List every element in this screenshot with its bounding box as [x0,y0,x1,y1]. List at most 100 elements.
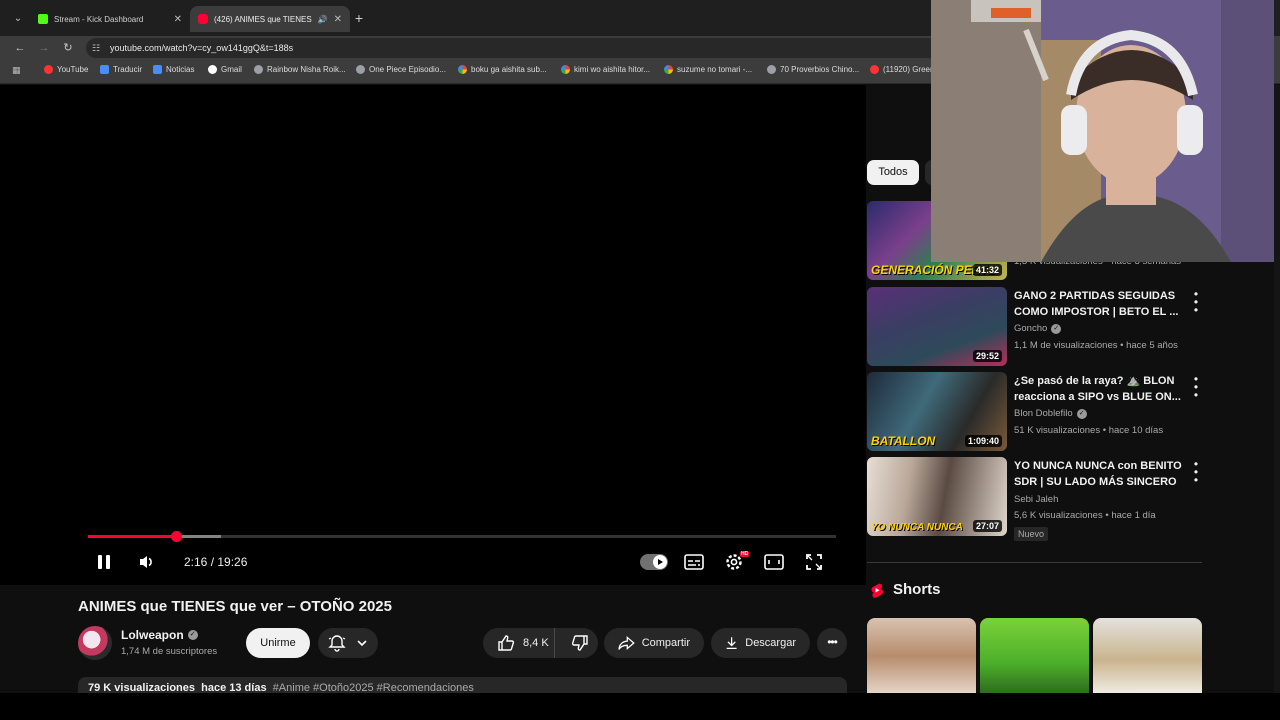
channel-name[interactable]: Lolweapon [121,628,184,642]
theater-mode-icon[interactable] [762,551,786,573]
audio-playing-icon[interactable]: 🔊 [318,15,328,24]
subscribed-notifications-button[interactable] [318,628,378,658]
apps-grid-icon[interactable]: ▦ [12,65,24,77]
reload-icon[interactable]: ↻ [60,40,76,56]
dislike-button[interactable] [562,628,598,658]
tab-youtube-video[interactable]: (426) ANIMES que TIENES ... 🔊 ✕ [190,6,350,32]
bookmark-suzume[interactable]: suzume no tomari -... [664,65,752,74]
short-thumbnail[interactable] [980,618,1089,694]
new-badge: Nuevo [1014,527,1049,541]
description-box[interactable]: 79 K visualizaciones hace 13 días #Anime… [78,677,847,693]
verified-check-icon: ✓ [1051,323,1062,334]
recommended-thumbnail[interactable]: BATALLON 1:09:40 [867,372,1007,451]
like-dislike-group: 8,4 K [483,628,598,658]
bookmark-label: YouTube [57,65,89,74]
recommended-title[interactable]: ¿Se pasó de la raya? ⛰️ BLON reacciona a… [1014,373,1184,405]
autoplay-knob [653,555,667,569]
share-button[interactable]: Compartir [604,628,704,658]
bookmark-label: suzume no tomari -... [677,65,753,74]
site-info-icon[interactable]: ☷ [92,38,100,58]
progress-bar[interactable] [88,531,836,542]
autoplay-toggle[interactable] [640,554,668,570]
duration-badge: 27:07 [972,520,1002,532]
recommended-channel[interactable]: Goncho ✓ [1014,323,1062,334]
download-label: Descargar [745,637,796,649]
bookmark-kimi[interactable]: kimi wo aishita hitor... [561,65,650,74]
chip-all[interactable]: Todos [867,160,919,185]
volume-button[interactable] [134,550,160,574]
download-button[interactable]: Descargar [711,628,810,658]
bookmark-youtube[interactable]: YouTube [44,65,88,74]
download-icon [726,637,737,650]
bell-icon [328,635,346,652]
recommended-age: hace 5 años [1126,340,1178,351]
video-title: ANIMES que TIENES que ver – OTOÑO 2025 [78,598,392,615]
bookmark-onepiece[interactable]: One Piece Episodio... [356,65,446,74]
bookmark-label: Rainbow Nisha Roik... [267,65,346,74]
recommended-channel[interactable]: Sebi Jaleh [1014,494,1058,505]
more-vert-icon[interactable]: • • • [1190,458,1202,486]
recommended-views: 51 K visualizaciones [1014,425,1101,436]
like-button[interactable]: 8,4 K [483,628,556,658]
channel-avatar[interactable] [78,626,112,660]
page-scrollbar[interactable] [1274,85,1280,693]
video-player[interactable] [0,85,866,585]
pause-button[interactable] [92,550,116,574]
subtitles-icon[interactable] [682,551,706,573]
time-display: 2:16 / 19:26 [184,555,248,569]
more-actions-button[interactable]: ••• [817,628,847,658]
bookmark-traducir[interactable]: Traducir [100,65,142,74]
close-tab-icon[interactable]: ✕ [174,14,182,25]
forward-arrow-icon[interactable]: → [36,40,52,56]
bookmark-label: One Piece Episodio... [369,65,446,74]
join-button[interactable]: Unirme [246,628,310,658]
google-icon [561,65,570,74]
recommended-channel-name[interactable]: Sebi Jaleh [1014,494,1058,505]
bookmark-rainbow[interactable]: Rainbow Nisha Roik... [254,65,346,74]
tab-kick-dashboard[interactable]: Stream - Kick Dashboard ✕ [30,6,190,32]
bookmark-green[interactable]: (11920) Green [870,65,934,74]
bookmark-label: (11920) Green [883,65,935,74]
site-icon [767,65,776,74]
short-thumbnail[interactable] [867,618,976,694]
recommended-thumbnail[interactable]: 29:52 [867,287,1007,366]
tab-search-dropdown-icon[interactable]: ⌄ [8,9,28,29]
fullscreen-icon[interactable] [802,551,826,573]
more-vert-icon[interactable]: • • • [1190,373,1202,401]
more-vert-icon[interactable]: • • • [1190,288,1202,316]
tab-title: (426) ANIMES que TIENES ... [214,14,312,24]
shorts-heading: Shorts [893,581,941,598]
bookmark-label: boku ga aishita sub... [471,65,547,74]
bookmark-proverbios[interactable]: 70 Proverbios Chino... [767,65,859,74]
new-tab-button[interactable]: + [350,9,368,27]
channel-name-row[interactable]: Lolweapon ✓ [121,628,198,642]
bottom-strip [0,693,1280,720]
translate-icon [100,65,109,74]
recommended-meta: 1,1 M de visualizaciones • hace 5 años [1014,340,1178,351]
recommended-title[interactable]: GANO 2 PARTIDAS SEGUIDAS COMO IMPOSTOR |… [1014,288,1184,320]
bookmark-gmail[interactable]: Gmail [208,65,242,74]
recommended-channel-name[interactable]: Goncho [1014,323,1047,334]
volume-icon [140,556,152,568]
recommended-views: 1,1 M de visualizaciones [1014,340,1118,351]
hashtags[interactable]: #Anime #Otoño2025 #Recomendaciones [273,682,474,693]
recommended-meta: 51 K visualizaciones • hace 10 días [1014,425,1164,436]
thumbnail-caption: YO NUNCA NUNCA [871,522,963,533]
bookmark-label: Gmail [221,65,242,74]
recommended-title[interactable]: YO NUNCA NUNCA con BENITO SDR | SU LADO … [1014,458,1184,490]
recommended-thumbnail[interactable]: YO NUNCA NUNCA 27:07 [867,457,1007,536]
short-thumbnail[interactable] [1093,618,1202,694]
bookmark-noticias[interactable]: Noticias [153,65,194,74]
duration-badge: 1:09:40 [964,435,1002,447]
bookmark-boku[interactable]: boku ga aishita sub... [458,65,547,74]
tab-title: Stream - Kick Dashboard [54,14,144,24]
close-tab-icon[interactable]: ✕ [334,14,342,25]
duration-badge: 41:32 [972,264,1002,276]
recommended-channel-name[interactable]: Blon Doblefilo [1014,408,1073,419]
recommended-views: 5,6 K visualizaciones [1014,510,1103,521]
shorts-icon [871,583,884,598]
recommended-channel[interactable]: Blon Doblefilo ✓ [1014,408,1087,419]
duration-badge: 29:52 [972,350,1002,362]
back-arrow-icon[interactable]: ← [12,40,28,56]
kick-icon [38,14,48,24]
